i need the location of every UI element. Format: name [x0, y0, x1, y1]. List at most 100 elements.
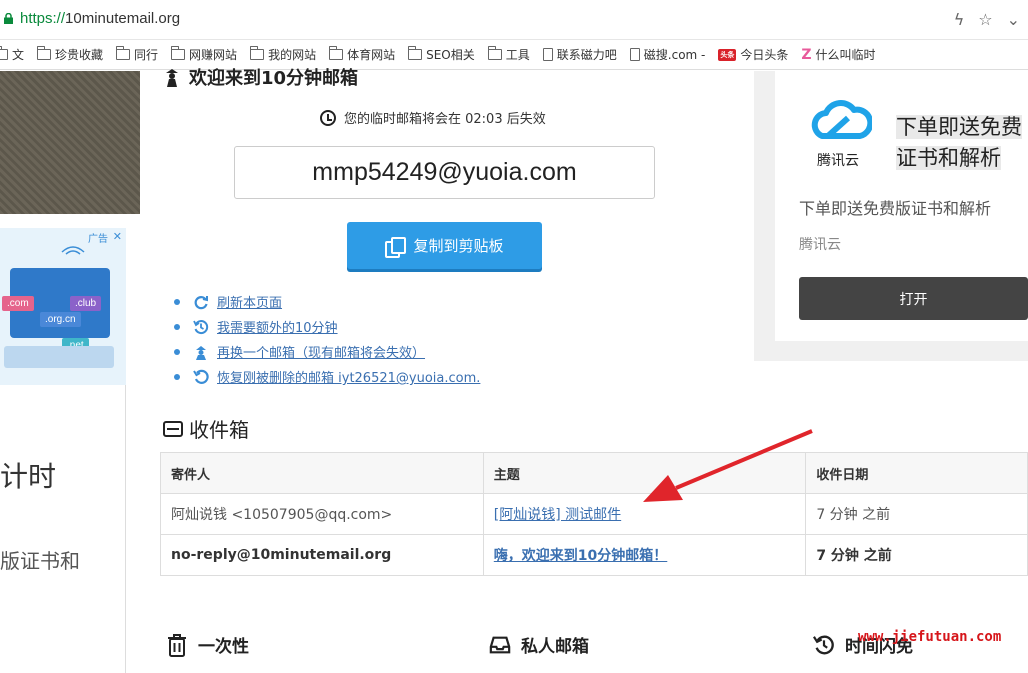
url-text[interactable]: https://10minutemail.org — [20, 10, 180, 27]
action-links: 刷新本页面 我需要额外的10分钟 再换一个邮箱（现有邮箱将会失效） 恢复刚被删除… — [174, 289, 480, 389]
bookmark-item[interactable]: 磁搜.com - — [629, 46, 706, 63]
subject-link[interactable]: 嗨，欢迎来到10分钟邮箱！ — [494, 548, 667, 564]
spy-icon — [166, 69, 178, 87]
headline-line-1: 下单即送免费 — [896, 115, 1022, 139]
list-item: 恢复刚被删除的邮箱 iyt26521@yuoia.com. — [174, 364, 480, 389]
inbox-title-text: 收件箱 — [189, 418, 249, 442]
url-scheme: https:// — [20, 10, 66, 27]
inbox-icon — [163, 420, 183, 437]
bookmark-label: 网赚网站 — [189, 48, 238, 62]
feature-label: 私人邮箱 — [521, 637, 589, 657]
close-icon[interactable]: ✕ — [113, 230, 122, 243]
bookmark-item[interactable]: 我的网站 — [250, 46, 316, 63]
folder-icon — [0, 46, 8, 60]
bookmark-label: 体育网站 — [347, 48, 396, 62]
table-header-row: 寄件人 主题 收件日期 — [160, 452, 1028, 494]
list-item: 刷新本页面 — [174, 289, 480, 314]
welcome-heading: 欢迎来到10分钟邮箱 — [163, 64, 358, 90]
copy-icon — [385, 236, 407, 258]
bookmark-item[interactable]: 同行 — [116, 46, 158, 63]
sender-cell: no-reply@10minutemail.org — [160, 534, 484, 576]
headline-line-2: 证书和解析 — [896, 146, 1001, 170]
new-email-link[interactable]: 再换一个邮箱（现有邮箱将会失效） — [217, 342, 425, 361]
inbox-table: 寄件人 主题 收件日期 阿灿说钱 <10507905@qq.com> [阿灿说钱… — [160, 452, 1028, 576]
page-icon — [542, 48, 553, 61]
right-ad-brand: 腾讯云 — [799, 237, 841, 253]
inbox-heading: 收件箱 — [163, 414, 249, 443]
folder-icon — [37, 46, 52, 60]
watermark-text: www.jiefutuan.com — [858, 629, 1002, 645]
subject-cell: [阿灿说钱] 测试邮件 — [482, 493, 807, 535]
folder-icon — [250, 46, 265, 60]
left-ad-text: 计时 — [0, 460, 57, 493]
subject-link[interactable]: [阿灿说钱] 测试邮件 — [494, 507, 621, 523]
right-ad-headline: 下单即送免费 证书和解析 — [896, 112, 1028, 174]
bookmark-item[interactable]: 联系磁力吧 — [542, 46, 617, 63]
copy-button-label: 复制到剪贴板 — [413, 237, 504, 255]
bookmark-item[interactable]: Z 什么叫临时 — [801, 46, 875, 63]
expiry-text: 您的临时邮箱将会在 02:03 后失效 — [344, 112, 546, 127]
welcome-text: 欢迎来到10分钟邮箱 — [189, 68, 359, 89]
lightning-icon[interactable]: ϟ — [954, 10, 965, 29]
bookmark-item[interactable]: 网赚网站 — [171, 46, 237, 63]
list-item: 我需要额外的10分钟 — [174, 314, 480, 339]
table-row[interactable]: no-reply@10minutemail.org 嗨，欢迎来到10分钟邮箱！ … — [160, 534, 1028, 576]
feature-disposable: 一次性 — [166, 632, 249, 657]
inbox-icon — [489, 633, 511, 657]
bookmark-item[interactable]: 体育网站 — [329, 46, 395, 63]
bookmark-label: 联系磁力吧 — [556, 48, 617, 62]
ad-chip: .club — [70, 296, 102, 311]
folder-icon — [171, 46, 186, 60]
expiry-notice: 您的临时邮箱将会在 02:03 后失效 — [320, 108, 546, 127]
refresh-page-link[interactable]: 刷新本页面 — [217, 292, 282, 311]
column-header-sender: 寄件人 — [160, 452, 484, 494]
url-host: 10minutemail.org — [65, 10, 181, 27]
trash-icon — [166, 633, 188, 657]
lock-icon — [4, 13, 13, 24]
extend-time-link[interactable]: 我需要额外的10分钟 — [217, 317, 338, 336]
bullet — [174, 323, 180, 330]
refresh-icon — [193, 294, 209, 310]
tencent-cloud-name: 腾讯云 — [817, 153, 859, 169]
copy-to-clipboard-button[interactable]: 复制到剪贴板 — [347, 222, 542, 269]
toutiao-icon: 头条 — [718, 48, 737, 61]
chevron-down-icon[interactable]: ⌄ — [1007, 10, 1020, 29]
history-icon — [193, 319, 209, 335]
address-bar[interactable]: https://10minutemail.org ϟ ☆ ⌄ — [0, 0, 1028, 40]
feature-private: 私人邮箱 — [489, 632, 589, 657]
open-ad-button[interactable]: 打开 — [799, 277, 1028, 320]
bookmark-label: 什么叫临时 — [815, 48, 876, 62]
column-header-subject: 主题 — [482, 452, 807, 494]
sender-cell: 阿灿说钱 <10507905@qq.com> — [160, 493, 484, 535]
subject-cell: 嗨，欢迎来到10分钟邮箱！ — [482, 534, 807, 576]
ad-chip: .org.cn — [40, 312, 81, 327]
table-row[interactable]: 阿灿说钱 <10507905@qq.com> [阿灿说钱] 测试邮件 7 分钟 … — [160, 493, 1028, 535]
date-cell: 7 分钟 之前 — [805, 493, 1028, 535]
bookmark-item[interactable]: SEO相关 — [408, 46, 475, 63]
bookmark-label: 今日头条 — [740, 48, 789, 62]
date-cell: 7 分钟 之前 — [805, 534, 1028, 576]
bookmark-label: 工具 — [505, 48, 530, 62]
left-ad-subtext: 版证书和 — [0, 549, 80, 573]
bookmark-label: 同行 — [134, 48, 159, 62]
star-icon[interactable]: ☆ — [978, 10, 992, 29]
folder-icon — [408, 46, 423, 60]
left-ad-banner[interactable]: 广告 ✕ .com .club .org.cn .net — [0, 228, 126, 385]
bookmark-item[interactable]: 头条 今日头条 — [718, 46, 788, 63]
ad-label: 广告 — [88, 234, 108, 245]
recover-email-link[interactable]: 恢复刚被删除的邮箱 iyt26521@yuoia.com. — [217, 367, 480, 386]
spy-icon — [193, 344, 209, 360]
clock-icon — [320, 109, 336, 126]
bookmark-label: 我的网站 — [268, 48, 317, 62]
folder-icon — [487, 46, 502, 60]
bookmark-item[interactable]: 珍贵收藏 — [37, 46, 103, 63]
undo-icon — [193, 369, 209, 385]
bookmark-item[interactable]: 工具 — [487, 46, 530, 63]
temp-email-field[interactable]: mmp54249@yuoia.com — [234, 146, 655, 199]
bookmark-label: 珍贵收藏 — [55, 48, 104, 62]
left-banner-image — [0, 71, 140, 214]
bookmarks-bar: 文 珍贵收藏 同行 网赚网站 我的网站 体育网站 SEO相关 工具 联系磁力吧 磁搜.com - 头… — [0, 40, 1028, 70]
bookmark-label: 磁搜.com - — [643, 48, 706, 62]
bookmark-item[interactable]: 文 — [0, 46, 24, 63]
list-item: 再换一个邮箱（现有邮箱将会失效） — [174, 339, 480, 364]
